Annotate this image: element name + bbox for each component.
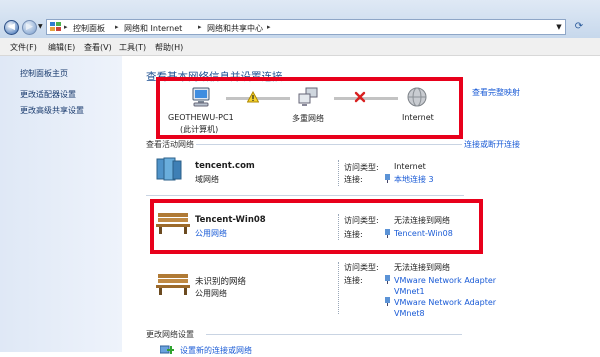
recent-pages-dropdown-icon[interactable]: ▼ (38, 23, 43, 30)
menu-view[interactable]: 查看(V) (84, 42, 112, 53)
forward-button[interactable]: ▶ (22, 20, 37, 35)
new-connection-icon (159, 345, 175, 355)
connection-link[interactable]: VMware Network Adapter VMnet1 (394, 275, 498, 297)
divider (146, 195, 464, 196)
highlight-box-network (150, 199, 483, 254)
public-network-bench-icon (155, 272, 191, 296)
access-type-label: 访问类型: (344, 163, 379, 172)
address-bar-area: ◀ ▶ ▼ ▸ 控制面板 ▸ 网络和 Internet ▸ 网络和共享中心 ▸ … (0, 0, 600, 39)
divider (206, 334, 462, 335)
network-category: 公用网络 (195, 289, 227, 298)
connection-label: 连接: (344, 276, 363, 285)
network-category: 域网络 (195, 175, 219, 184)
network-name: tencent.com (195, 161, 255, 171)
menu-file[interactable]: 文件(F) (10, 42, 37, 53)
adapter-icon (384, 275, 391, 284)
menu-edit[interactable]: 编辑(E) (48, 42, 75, 53)
control-panel-icon (50, 22, 61, 32)
breadcrumb-separator: ▸ (115, 23, 119, 31)
column-divider (338, 262, 339, 314)
adapter-icon (384, 297, 391, 306)
active-networks-heading: 查看活动网络 (146, 140, 194, 149)
view-full-map-link[interactable]: 查看完整映射 (472, 87, 520, 98)
address-field[interactable]: ▸ 控制面板 ▸ 网络和 Internet ▸ 网络和共享中心 ▸ ▼ (46, 19, 566, 35)
change-adapter-settings-link[interactable]: 更改适配器设置 (20, 89, 76, 100)
breadcrumb-network-internet[interactable]: 网络和 Internet (124, 23, 182, 34)
breadcrumb-separator: ▸ (267, 23, 271, 31)
connect-disconnect-link[interactable]: 连接或断开连接 (464, 139, 520, 150)
setup-new-connection-link[interactable]: 设置新的连接或网络 (180, 345, 252, 356)
access-type-value: 无法连接到网络 (394, 263, 450, 272)
domain-network-icon (155, 156, 183, 182)
refresh-icon[interactable]: ⟳ (570, 19, 588, 35)
address-dropdown-icon[interactable]: ▼ (553, 20, 565, 34)
adapter-icon (384, 174, 391, 183)
divider (196, 144, 462, 145)
menu-help[interactable]: 帮助(H) (155, 42, 183, 53)
breadcrumb-control-panel[interactable]: 控制面板 (73, 23, 105, 34)
access-type-label: 访问类型: (344, 263, 379, 272)
change-settings-heading: 更改网络设置 (146, 330, 194, 339)
connection-link[interactable]: 本地连接 3 (394, 174, 434, 185)
breadcrumb-separator: ▸ (64, 23, 68, 31)
highlight-box-map (156, 77, 463, 139)
back-button[interactable]: ◀ (4, 20, 19, 35)
left-navigation-pane: 控制面板主页 更改适配器设置 更改高级共享设置 (0, 56, 122, 352)
breadcrumb-separator: ▸ (198, 23, 202, 31)
column-divider (338, 160, 339, 186)
connection-link[interactable]: VMware Network Adapter VMnet8 (394, 297, 498, 319)
breadcrumb-network-sharing-center[interactable]: 网络和共享中心 (207, 23, 263, 34)
access-type-value: Internet (394, 162, 426, 171)
menu-bar: 文件(F) 编辑(E) 查看(V) 工具(T) 帮助(H) (0, 38, 600, 56)
menu-tools[interactable]: 工具(T) (119, 42, 146, 53)
change-advanced-sharing-link[interactable]: 更改高级共享设置 (20, 105, 84, 116)
network-name: 未识别的网络 (195, 277, 247, 287)
control-panel-home-link[interactable]: 控制面板主页 (20, 68, 68, 79)
connection-label: 连接: (344, 175, 363, 184)
